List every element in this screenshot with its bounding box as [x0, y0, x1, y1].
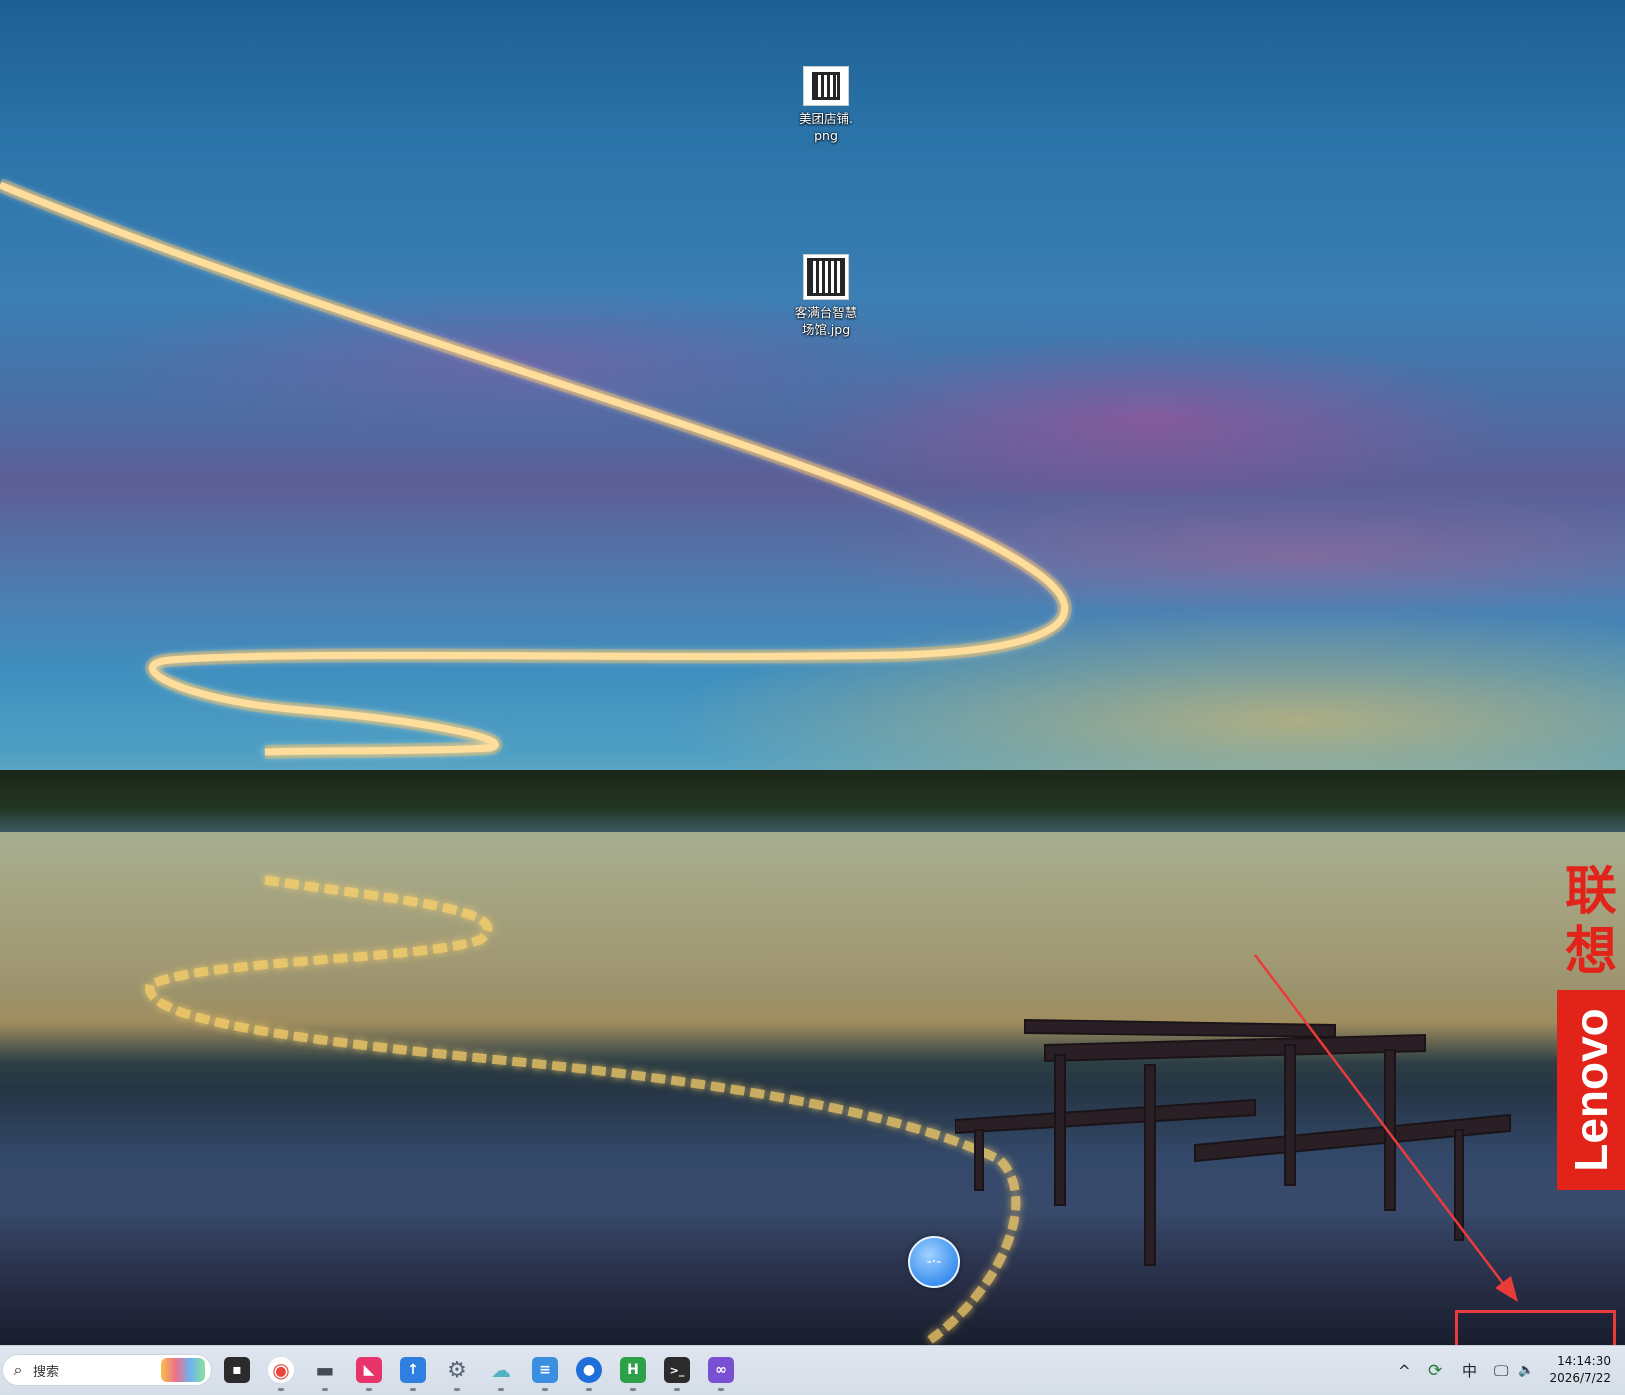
- visual-studio-icon[interactable]: ∞: [708, 1357, 734, 1383]
- running-indicator: [454, 1388, 460, 1391]
- running-indicator: [718, 1388, 724, 1391]
- app-dash-icon[interactable]: ▬: [312, 1357, 338, 1383]
- tray-overflow-button[interactable]: ^: [1398, 1346, 1411, 1395]
- hbuilder-icon[interactable]: H: [620, 1357, 646, 1383]
- volume-icon[interactable]: 🔈: [1518, 1346, 1534, 1395]
- terminal-icon[interactable]: >_: [664, 1357, 690, 1383]
- running-indicator: [322, 1388, 328, 1391]
- running-indicator: [542, 1388, 548, 1391]
- annotation-arrow: [1254, 954, 1518, 1302]
- running-indicator: [410, 1388, 416, 1391]
- ime-label: 中: [1462, 1362, 1478, 1380]
- network-icon[interactable]: 🖵: [1494, 1346, 1508, 1395]
- ime-indicator[interactable]: 中: [1462, 1346, 1477, 1395]
- maps-icon[interactable]: ●: [576, 1357, 602, 1383]
- system-clock[interactable]: 14:14:30 2026/7/22: [1549, 1353, 1611, 1387]
- app-cloud-icon[interactable]: ☁: [488, 1357, 514, 1383]
- running-indicator: [630, 1388, 636, 1391]
- clock-time: 14:14:30: [1557, 1354, 1611, 1368]
- sync-icon[interactable]: ⟳: [1428, 1346, 1442, 1395]
- running-indicator: [278, 1388, 284, 1391]
- running-indicator: [586, 1388, 592, 1391]
- task-view-icon[interactable]: ▪: [224, 1357, 250, 1383]
- taskbar-search[interactable]: ⌕ 搜索: [2, 1354, 212, 1386]
- chevron-up-icon: ^: [1398, 1361, 1411, 1380]
- search-placeholder: 搜索: [33, 1364, 60, 1380]
- running-indicator: [366, 1388, 372, 1391]
- running-indicator: [674, 1388, 680, 1391]
- running-indicator: [498, 1388, 504, 1391]
- app-blue-arrow-icon[interactable]: ↑: [400, 1357, 426, 1383]
- search-icon: ⌕: [13, 1360, 23, 1379]
- settings-icon[interactable]: ⚙: [444, 1357, 470, 1383]
- app-pink-icon[interactable]: ◣: [356, 1357, 382, 1383]
- search-highlight-icon: [161, 1358, 205, 1382]
- taskbar: ⌕ 搜索 ▪ ◉ ▬ ◣ ↑ ⚙ ☁ ≡ ● H >_ ∞ ^ ⟳ 中 🖵 🔈 …: [0, 1345, 1625, 1395]
- notepad-icon[interactable]: ≡: [532, 1357, 558, 1383]
- clock-date: 2026/7/22: [1549, 1371, 1611, 1385]
- chrome-icon[interactable]: ◉: [268, 1357, 294, 1383]
